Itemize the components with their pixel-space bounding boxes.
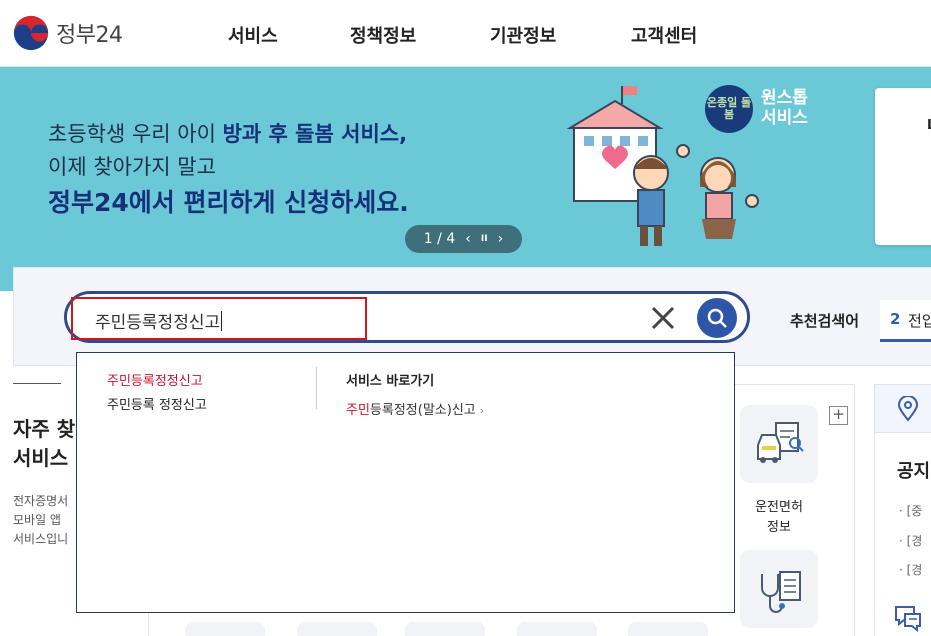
location-tab[interactable] <box>875 385 931 433</box>
pager-current: 1 <box>423 231 433 247</box>
faq-services-description: 전자증명서 모바일 앱 서비스입니 <box>13 492 75 550</box>
service-shortcut-heading: 서비스 바로가기 <box>346 374 435 389</box>
service-tile-stub[interactable] <box>517 622 597 636</box>
suggestion-item[interactable]: 주민등록정정신고 <box>107 370 203 389</box>
pager-total: 4 <box>446 231 456 247</box>
notice-item[interactable]: · [중 <box>899 502 922 519</box>
banner-line-1-text: 초등학생 우리 아이 <box>48 122 223 146</box>
next-slide-button[interactable]: › <box>498 231 504 247</box>
onestop-logo-icon: 온종일 돌봄 <box>705 85 753 133</box>
notice-title: 공지 <box>897 461 931 482</box>
banner-headline: 정부24에서 편리하게 신청하세요. <box>48 188 409 217</box>
banner-pager: 1 / 4 ‹ II › <box>405 225 522 253</box>
nav-item-agency[interactable]: 기관정보 <box>490 22 556 48</box>
autocomplete-dropdown: 주민등록정정신고 주민등록 정정신고 서비스 바로가기 주민등록정정(말소)신고… <box>76 352 735 613</box>
search-icon <box>707 308 727 328</box>
onestop-service-badge[interactable]: 온종일 돌봄 원스톱 서비스 <box>705 85 808 133</box>
prev-slide-button[interactable]: ‹ <box>465 231 471 247</box>
hero-banner[interactable]: 초등학생 우리 아이 방과 후 돌봄 서비스, 이제 찾아가지 말고 정부24에… <box>0 67 931 291</box>
onestop-line-2: 서비스 <box>761 108 808 128</box>
onestop-text: 원스톱 서비스 <box>761 89 808 128</box>
service-tile-driver-license[interactable] <box>740 405 818 483</box>
nav-item-customer-center[interactable]: 고객센터 <box>631 22 697 48</box>
logo-text: 정부24 <box>56 23 123 48</box>
pager-counter: 1 / 4 <box>424 231 455 247</box>
text-caret <box>221 311 223 331</box>
location-pin-icon <box>897 396 919 422</box>
search-input-text[interactable]: 주민등록정정신고 <box>95 308 223 333</box>
nav-item-policy[interactable]: 정책정보 <box>350 22 416 48</box>
service-tile-driver-license-label: 운전면허 정보 <box>745 498 813 538</box>
recommended-keywords-label: 추천검색어 <box>790 312 860 330</box>
pause-slide-button[interactable]: II <box>481 234 488 244</box>
dropdown-divider <box>316 367 317 409</box>
service-tile-stub[interactable] <box>297 622 377 636</box>
recommended-keyword-rank: 2 <box>890 310 901 328</box>
logo[interactable]: 정부24 <box>12 14 123 52</box>
header: 정부24 서비스 정책정보 기관정보 고객센터 <box>0 0 931 67</box>
side-card-text: L <box>927 118 931 133</box>
faq-desc-line-3: 서비스입니 <box>13 532 69 547</box>
section-divider <box>13 383 61 384</box>
pager-separator: / <box>437 231 442 247</box>
onestop-line-1: 원스톱 <box>761 88 808 109</box>
close-icon[interactable] <box>648 303 678 333</box>
service-label-line-1: 운전면허 <box>755 500 803 515</box>
faq-title-line-1: 자주 찾 <box>13 417 75 441</box>
nav-item-services[interactable]: 서비스 <box>228 22 278 48</box>
faq-desc-line-2: 모바일 앱 <box>13 513 61 528</box>
search-button[interactable] <box>697 298 737 338</box>
notice-item[interactable]: · [경 <box>899 561 922 578</box>
notice-item[interactable]: · [경 <box>899 532 922 549</box>
banner-line-2: 이제 찾아가지 말고 <box>48 155 216 179</box>
faq-services-title: 자주 찾 서비스 <box>13 415 75 473</box>
expand-services-button[interactable]: + <box>829 406 848 425</box>
chevron-right-icon: › <box>479 404 485 417</box>
stethoscope-icon <box>761 571 801 613</box>
search-value: 주민등록정정신고 <box>95 313 221 333</box>
chat-icon[interactable] <box>893 604 923 632</box>
service-tile-health-checkup[interactable] <box>740 550 818 628</box>
service-tile-stub[interactable] <box>628 622 708 636</box>
recommended-keyword-text: 전입 <box>908 312 931 330</box>
service-tile-stub[interactable] <box>405 622 485 636</box>
login-side-card[interactable]: L <box>875 88 931 245</box>
faq-desc-line-1: 전자증명서 <box>13 494 69 508</box>
shortcut-rest-text: 등록정정(말소)신고 <box>369 403 476 418</box>
banner-line-1: 초등학생 우리 아이 방과 후 돌봄 서비스, <box>48 118 407 148</box>
shortcut-match-text: 주민 <box>346 403 370 418</box>
taegeuk-logo-icon <box>13 15 49 51</box>
service-label-line-2: 정보 <box>767 520 791 536</box>
faq-title-line-2: 서비스 <box>13 446 69 470</box>
suggestion-item[interactable]: 주민등록 정정신고 <box>107 394 207 413</box>
car-license-icon <box>757 422 804 463</box>
banner-line-1-highlight: 방과 후 돌봄 서비스, <box>222 122 408 146</box>
service-shortcut-link[interactable]: 주민등록정정(말소)신고 › <box>346 399 484 418</box>
recommended-keyword-tab[interactable]: 2 전입 <box>880 300 931 342</box>
service-tile-stub[interactable] <box>185 622 265 636</box>
